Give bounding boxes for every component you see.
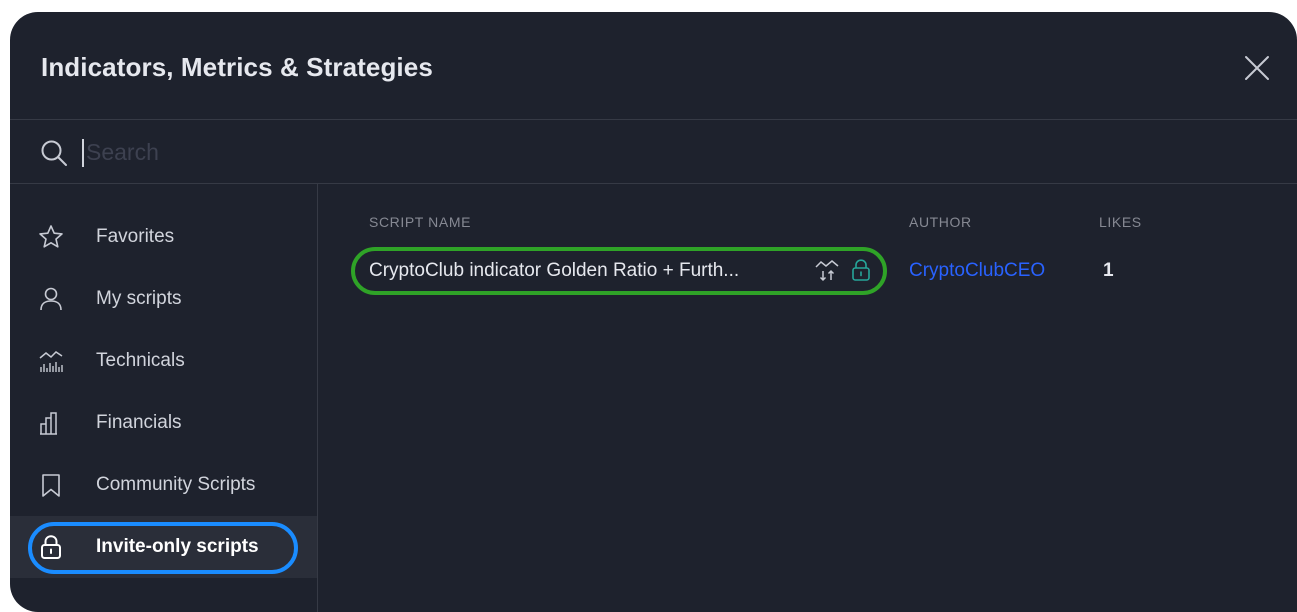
sidebar: Favorites My scripts Technicals Financia… — [10, 184, 318, 612]
lock-icon — [41, 535, 61, 559]
script-list: SCRIPT NAME AUTHOR LIKES CryptoClub indi… — [318, 184, 1297, 612]
likes-count: 1 — [1103, 260, 1114, 281]
lock-icon — [852, 259, 870, 281]
column-header-author[interactable]: AUTHOR — [909, 214, 972, 230]
close-button[interactable] — [1241, 52, 1273, 84]
sidebar-item-community-scripts[interactable]: Community Scripts — [10, 454, 317, 516]
sidebar-item-label: Financials — [96, 412, 182, 433]
bar-chart-icon — [40, 412, 57, 435]
column-header-likes[interactable]: LIKES — [1099, 214, 1142, 230]
technicals-chart-icon — [39, 351, 63, 372]
sidebar-item-label: Invite-only scripts — [96, 536, 259, 557]
indicators-dialog: Indicators, Metrics & Strategies Favorit… — [10, 12, 1297, 612]
user-icon — [40, 287, 62, 311]
sidebar-item-favorites[interactable]: Favorites — [10, 206, 317, 268]
column-header-script-name[interactable]: SCRIPT NAME — [369, 214, 471, 230]
table-row[interactable]: CryptoClub indicator Golden Ratio + Furt… — [318, 244, 1297, 298]
dialog-header: Indicators, Metrics & Strategies — [10, 12, 1297, 120]
close-icon — [1245, 56, 1269, 80]
dialog-title: Indicators, Metrics & Strategies — [41, 52, 433, 82]
search-icon — [41, 140, 67, 166]
script-name[interactable]: CryptoClub indicator Golden Ratio + Furt… — [369, 260, 739, 282]
sidebar-item-technicals[interactable]: Technicals — [10, 330, 317, 392]
sidebar-item-financials[interactable]: Financials — [10, 392, 317, 454]
star-icon — [39, 225, 63, 248]
text-caret — [82, 139, 84, 167]
sidebar-item-invite-only-scripts[interactable]: Invite-only scripts — [10, 516, 317, 578]
search-input[interactable] — [80, 132, 1266, 172]
search-bar — [10, 120, 1297, 184]
author-link[interactable]: CryptoClubCEO — [909, 260, 1045, 282]
sidebar-item-my-scripts[interactable]: My scripts — [10, 268, 317, 330]
strategy-icon — [815, 260, 839, 282]
sidebar-item-label: Community Scripts — [96, 474, 256, 495]
sidebar-item-label: Technicals — [96, 350, 185, 371]
bookmark-icon — [42, 474, 60, 497]
sidebar-item-label: Favorites — [96, 226, 175, 247]
sidebar-item-label: My scripts — [96, 288, 182, 309]
